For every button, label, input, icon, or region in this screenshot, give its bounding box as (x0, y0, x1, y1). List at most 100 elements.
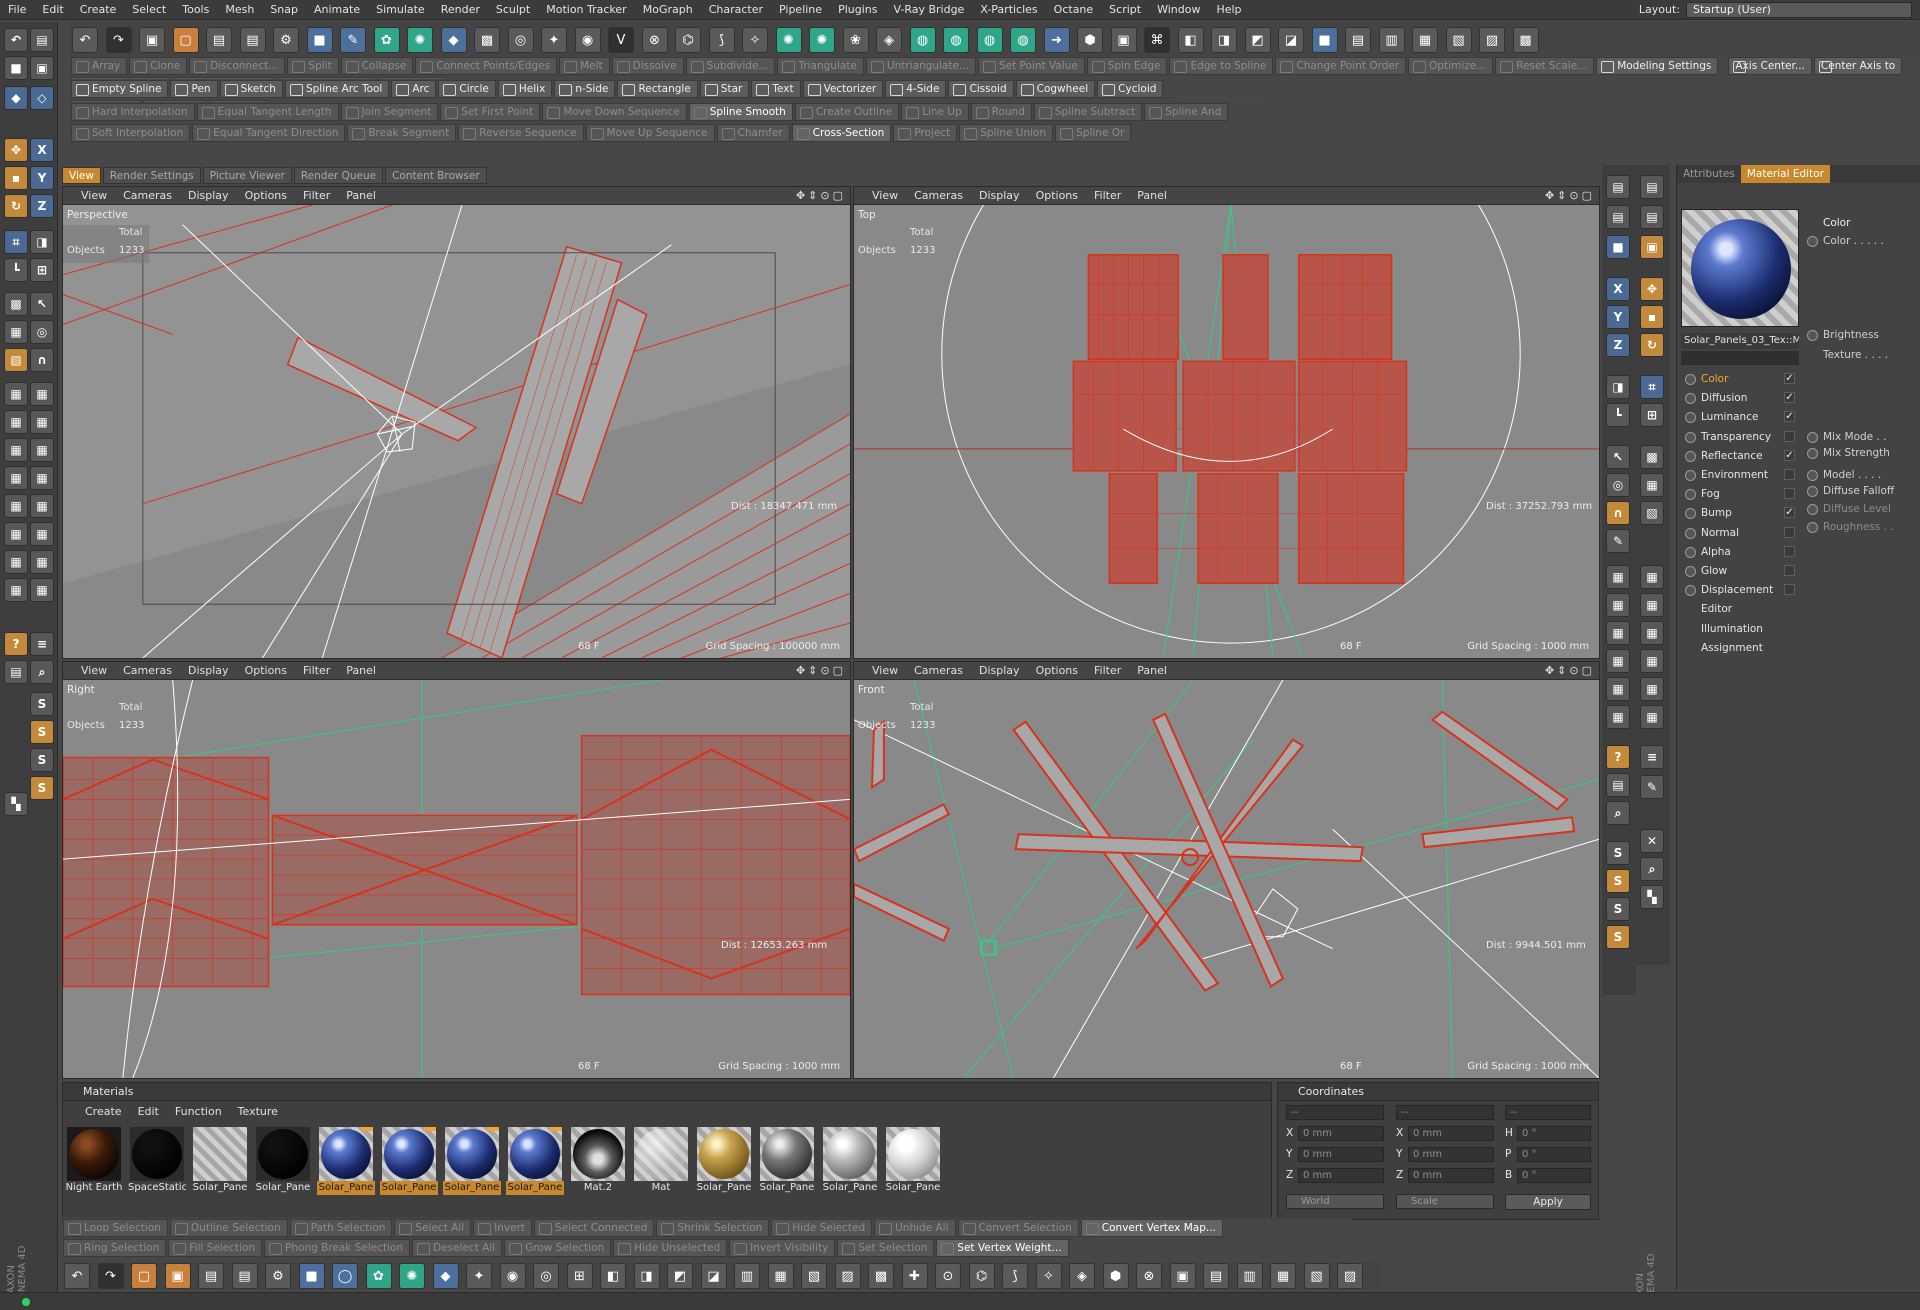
tool-icon-19[interactable]: ▤ (1203, 1263, 1229, 1289)
tool-4-side[interactable]: 4-Side (885, 80, 947, 98)
channel-checkbox[interactable]: ✓ (1784, 373, 1795, 384)
tool-modeling-settings[interactable]: Modeling Settings (1596, 57, 1719, 75)
channel-color[interactable]: Color ✓ (1685, 370, 1795, 388)
tool-icon-16[interactable]: ⬢ (1102, 1263, 1129, 1289)
undo-icon[interactable]: ↶ (64, 1263, 90, 1289)
layout-icon-3[interactable]: ◩ (1244, 27, 1271, 53)
script-icon[interactable]: ≡ (30, 632, 54, 656)
grid-icon-3[interactable]: ▦ (1606, 621, 1630, 645)
xp-icon-4[interactable]: ◈ (876, 27, 902, 53)
materials-menu-texture[interactable]: Texture (230, 1103, 286, 1121)
material-swatch[interactable]: Solar_Pane (443, 1127, 501, 1195)
clapper-icon[interactable]: ▤ (1606, 175, 1630, 199)
render-region-icon[interactable]: ◨ (1606, 375, 1630, 399)
vp-menu-view[interactable]: View (854, 662, 906, 680)
octane-icon-4[interactable]: ◍ (1010, 27, 1036, 53)
tool-deselect-all[interactable]: Deselect All (412, 1239, 503, 1257)
circle-object-icon[interactable]: ◯ (332, 1263, 358, 1289)
tool-icon-3[interactable]: ◩ (667, 1263, 693, 1289)
render-picture-icon[interactable]: ▤ (239, 27, 266, 53)
tool-melt[interactable]: Melt (559, 57, 610, 75)
s-plugin-icon-4[interactable]: S (1606, 925, 1630, 949)
grid-icon-14[interactable]: ▦ (30, 550, 54, 574)
tool-project[interactable]: Project (893, 124, 958, 142)
tool-spline-union[interactable]: Spline Union (959, 124, 1054, 142)
y-axis-icon[interactable]: Y (1606, 305, 1630, 329)
coord-mode-select[interactable]: World (1286, 1194, 1384, 1209)
tool-collapse[interactable]: Collapse (340, 57, 414, 75)
channel-normal[interactable]: Normal (1685, 524, 1795, 542)
menu-character[interactable]: Character (701, 0, 771, 20)
layout-dropdown[interactable]: Startup (User) (1686, 2, 1912, 18)
viewport-nav-icons[interactable]: ✥⇕⊙▢ (796, 662, 846, 680)
menu-pipeline[interactable]: Pipeline (771, 0, 830, 20)
cube-object-icon[interactable]: ■ (306, 27, 333, 53)
material-swatch[interactable]: Solar_Pane (380, 1127, 438, 1195)
vp-menu-panel[interactable]: Panel (1129, 187, 1175, 205)
tool-hide-selected[interactable]: Hide Selected (771, 1219, 873, 1237)
tool-icon-9[interactable]: ▩ (868, 1263, 894, 1289)
camera-icon[interactable]: ▣ (30, 56, 54, 80)
s-plugin-icon-2[interactable]: S (1606, 869, 1630, 893)
tool-reset-scale[interactable]: Reset Scale... (1495, 57, 1595, 75)
scene-icon[interactable]: ▩ (474, 27, 500, 53)
menu-help[interactable]: Help (1208, 0, 1249, 20)
axis-icon[interactable]: ┗ (4, 258, 28, 282)
tool-icon-4[interactable]: ◪ (700, 1263, 727, 1289)
vp-menu-panel[interactable]: Panel (1129, 662, 1175, 680)
tab-render-settings[interactable]: Render Settings (102, 167, 201, 184)
materials-menu-function[interactable]: Function (167, 1103, 230, 1121)
vp-menu-cameras[interactable]: Cameras (906, 662, 971, 680)
menu-animate[interactable]: Animate (306, 0, 368, 20)
light-icon[interactable]: ✦ (466, 1263, 492, 1289)
tool-path-selection[interactable]: Path Selection (289, 1219, 393, 1237)
search-icon[interactable]: ⌕ (30, 660, 54, 684)
tool-unhide-all[interactable]: Unhide All (874, 1219, 956, 1237)
grid-icon-11[interactable]: ▦ (1640, 677, 1664, 701)
mograph-icon-3[interactable]: ⟆ (708, 27, 735, 53)
tool-center-axis-to[interactable]: Center Axis to (1813, 57, 1903, 75)
console-icon[interactable]: ▤ (4, 660, 28, 684)
menu-mesh[interactable]: Mesh (217, 0, 262, 20)
grid-icon-11[interactable]: ▦ (4, 522, 28, 546)
console-icon[interactable]: ▤ (1606, 773, 1630, 797)
vp-menu-options[interactable]: Options (237, 662, 295, 680)
channel-checkbox[interactable]: ✓ (1784, 449, 1795, 461)
viewport-front[interactable]: View Cameras Display Options Filter Pane… (853, 661, 1600, 1079)
tool-icon-2[interactable]: ◨ (633, 1263, 660, 1289)
tool-create-outline[interactable]: Create Outline (794, 103, 900, 121)
tool-select-all[interactable]: Select All (394, 1219, 472, 1237)
grid-icon-9[interactable]: ▦ (4, 494, 28, 518)
grid-icon-4[interactable]: ▦ (1606, 649, 1630, 673)
prop-diffuse-level[interactable]: Diffuse Level (1807, 501, 1917, 517)
viewport-nav-icons[interactable]: ✥⇕⊙▢ (796, 187, 846, 205)
tool-icon-5[interactable]: ▥ (734, 1263, 760, 1289)
prop-texture[interactable]: Texture . . . . (1807, 347, 1917, 363)
menu-script[interactable]: Script (1101, 0, 1149, 20)
vp-menu-cameras[interactable]: Cameras (115, 662, 180, 680)
coord-rot-h[interactable]: 0 ° (1517, 1126, 1591, 1141)
coord-pos-y[interactable]: 0 mm (1298, 1147, 1384, 1162)
brush-icon[interactable]: ✎ (1640, 775, 1664, 799)
tool-n-side[interactable]: n-Side (554, 80, 616, 98)
tool-cissoid[interactable]: Cissoid (948, 80, 1014, 98)
coord-pos-z[interactable]: 0 mm (1298, 1168, 1384, 1183)
tool-icon-17[interactable]: ⊗ (1136, 1263, 1162, 1289)
tool-invert-visibility[interactable]: Invert Visibility (729, 1239, 836, 1257)
tool-clone[interactable]: Clone (129, 57, 188, 75)
vp-menu-cameras[interactable]: Cameras (115, 187, 180, 205)
clapper-icon[interactable]: ▤ (1640, 175, 1664, 199)
redo-icon[interactable]: ↷ (97, 1263, 124, 1289)
vp-menu-view[interactable]: View (63, 662, 115, 680)
octane-icon-6[interactable]: ⬢ (1077, 27, 1103, 53)
tool-spline-smooth[interactable]: Spline Smooth (688, 103, 793, 121)
s-plugin-icon-4[interactable]: S (30, 776, 54, 800)
vp-menu-display[interactable]: Display (180, 187, 237, 205)
selection-arrow-icon[interactable]: ↖ (1606, 445, 1630, 469)
coord-pos-x[interactable]: 0 mm (1298, 1126, 1384, 1141)
tool-move-down-sequence[interactable]: Move Down Sequence (542, 103, 687, 121)
checker-icon[interactable]: ▚ (4, 792, 28, 816)
channel-checkbox[interactable]: ✓ (1784, 411, 1795, 423)
y-axis-icon[interactable]: Y (30, 166, 54, 190)
tool-move-up-sequence[interactable]: Move Up Sequence (585, 124, 715, 142)
